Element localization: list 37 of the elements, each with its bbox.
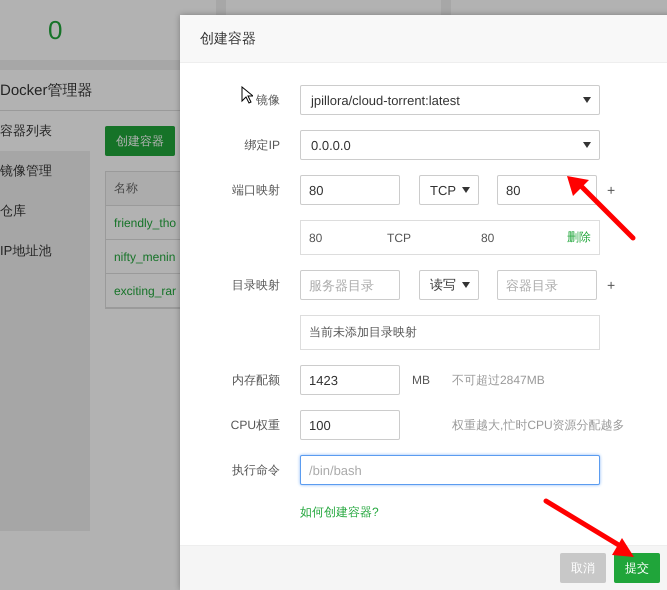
select-field[interactable]: 0.0.0.0 bbox=[300, 130, 600, 160]
input-field[interactable]: 80 bbox=[497, 175, 597, 205]
arrow-icon bbox=[542, 497, 636, 559]
select-field[interactable]: TCP bbox=[419, 175, 479, 205]
input-field[interactable]: 容器目录 bbox=[497, 270, 597, 300]
input-field[interactable]: 100 bbox=[300, 410, 400, 440]
select-field[interactable]: 读写 bbox=[419, 270, 479, 300]
input-field[interactable]: 80 bbox=[300, 175, 400, 205]
caret-icon bbox=[462, 282, 470, 288]
entry-text: 80 bbox=[481, 230, 494, 244]
input-field[interactable]: 服务器目录 bbox=[300, 270, 400, 300]
empty-message: 当前未添加目录映射 bbox=[300, 315, 600, 350]
unit-text: MB bbox=[412, 373, 431, 387]
hint-text: 权重越大,忙时CPU资源分配越多 bbox=[452, 416, 625, 434]
field-label: 执行命令 bbox=[232, 462, 280, 478]
cursor-icon bbox=[241, 86, 253, 104]
hint-text: 不可超过2847MB bbox=[452, 372, 545, 388]
select-field[interactable]: jpillora/cloud-torrent:latest bbox=[300, 85, 600, 115]
stat-value: 0 bbox=[48, 14, 62, 46]
add-button[interactable]: + bbox=[607, 277, 616, 293]
input-field[interactable]: /bin/bash bbox=[300, 455, 600, 485]
dialog-title: 创建容器 bbox=[180, 15, 667, 63]
add-button[interactable]: + bbox=[607, 182, 616, 198]
caret-icon bbox=[583, 142, 591, 148]
arrow-icon bbox=[565, 174, 637, 242]
sidebar-item[interactable]: 容器列表 bbox=[0, 111, 90, 151]
field-label: 镜像 bbox=[256, 92, 280, 108]
field-label: CPU权重 bbox=[230, 416, 280, 434]
entry-text: TCP bbox=[387, 230, 412, 244]
field-label: 内存配额 bbox=[232, 372, 280, 388]
input-field[interactable]: 1423 bbox=[300, 365, 400, 395]
field-label: 端口映射 bbox=[232, 182, 280, 198]
entry-text: 80 bbox=[309, 230, 324, 244]
caret-icon bbox=[583, 97, 591, 103]
field-label: 绑定IP bbox=[244, 136, 280, 154]
caret-icon bbox=[462, 187, 470, 193]
field-label: 目录映射 bbox=[232, 276, 280, 294]
